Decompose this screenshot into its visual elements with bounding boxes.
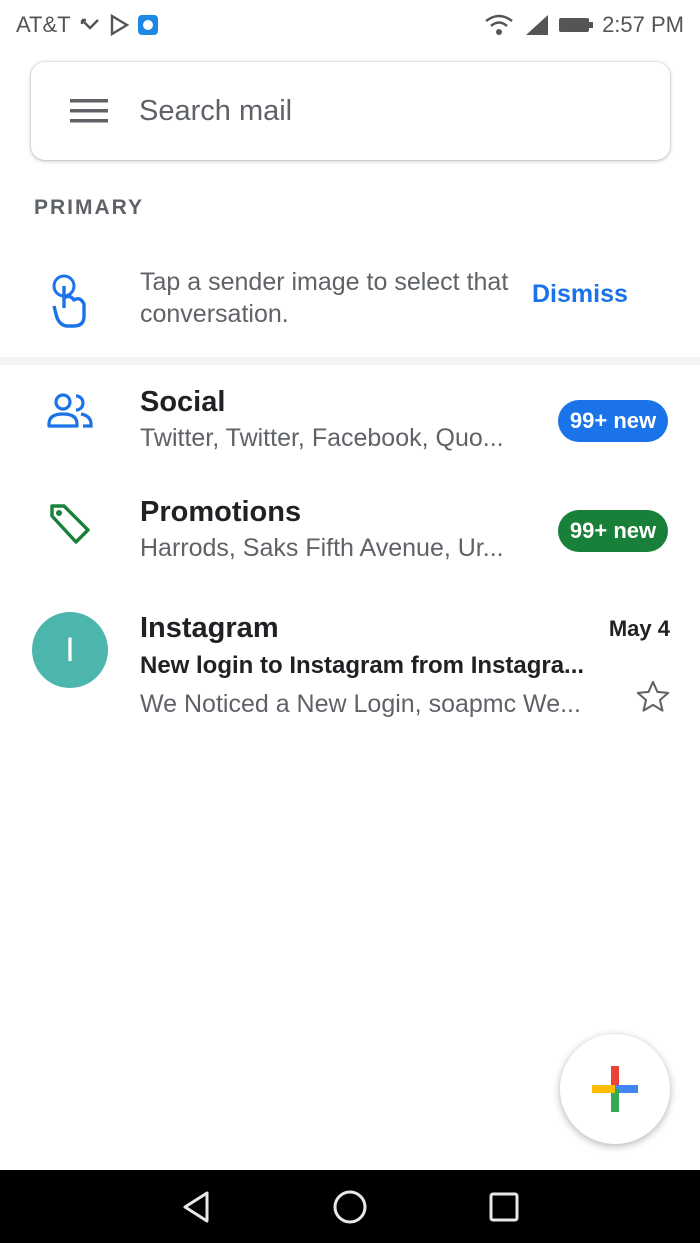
- email-snippet: We Noticed a New Login, soapmc We...: [140, 690, 581, 718]
- missed-call-icon: [79, 14, 101, 36]
- signal-icon: [522, 13, 550, 37]
- category-senders: Twitter, Twitter, Facebook, Quo...: [140, 424, 504, 452]
- home-circle-icon: [333, 1190, 367, 1223]
- email-date: May 4: [608, 616, 670, 641]
- home-button[interactable]: [328, 1185, 372, 1229]
- divider: [0, 357, 700, 365]
- category-title: Social: [140, 386, 226, 418]
- status-bar-right: 2:57 PM: [484, 12, 684, 38]
- app-notification-icon: [137, 14, 159, 36]
- tip-text: Tap a sender image to select that conver…: [140, 268, 509, 328]
- people-icon: [46, 390, 94, 439]
- hamburger-menu-icon: [70, 99, 108, 123]
- category-row-social[interactable]: Social Twitter, Twitter, Facebook, Quo..…: [0, 366, 700, 472]
- battery-icon: [558, 15, 594, 35]
- back-triangle-icon: [183, 1191, 209, 1222]
- wifi-icon: [484, 13, 514, 37]
- star-icon[interactable]: [634, 678, 674, 718]
- back-button[interactable]: [174, 1185, 218, 1229]
- recents-button[interactable]: [482, 1185, 526, 1229]
- new-count-badge: 99+ new: [558, 400, 668, 442]
- category-senders: Harrods, Saks Fifth Avenue, Ur...: [140, 534, 504, 562]
- compose-plus-icon: [592, 1066, 638, 1112]
- dismiss-button[interactable]: Dismiss: [532, 280, 628, 309]
- email-sender: Instagram: [140, 612, 279, 644]
- recents-square-icon: [489, 1192, 519, 1221]
- status-bar-left: AT&T: [16, 12, 159, 38]
- category-title: Promotions: [140, 496, 302, 528]
- search-bar[interactable]: [31, 62, 670, 160]
- menu-button[interactable]: [59, 81, 119, 141]
- section-label: PRIMARY: [34, 196, 145, 219]
- email-subject: New login to Instagram from Instagra...: [140, 652, 585, 679]
- tip-banner: Tap a sender image to select that conver…: [0, 250, 700, 350]
- compose-button[interactable]: [560, 1034, 670, 1144]
- category-row-promotions[interactable]: Promotions Harrods, Saks Fifth Avenue, U…: [0, 476, 700, 582]
- new-count-badge: 99+ new: [558, 510, 668, 552]
- email-row[interactable]: I Instagram May 4 New login to Instagram…: [0, 600, 700, 730]
- carrier-label: AT&T: [16, 12, 71, 37]
- status-bar: AT&T 2:57 PM: [0, 0, 700, 50]
- touch-hand-icon: [46, 272, 94, 337]
- tag-icon: [46, 500, 94, 553]
- clock: 2:57 PM: [602, 12, 684, 37]
- play-store-icon: [109, 14, 129, 36]
- search-input[interactable]: [139, 94, 599, 128]
- sender-avatar[interactable]: I: [32, 612, 108, 688]
- navigation-bar: [0, 1170, 700, 1243]
